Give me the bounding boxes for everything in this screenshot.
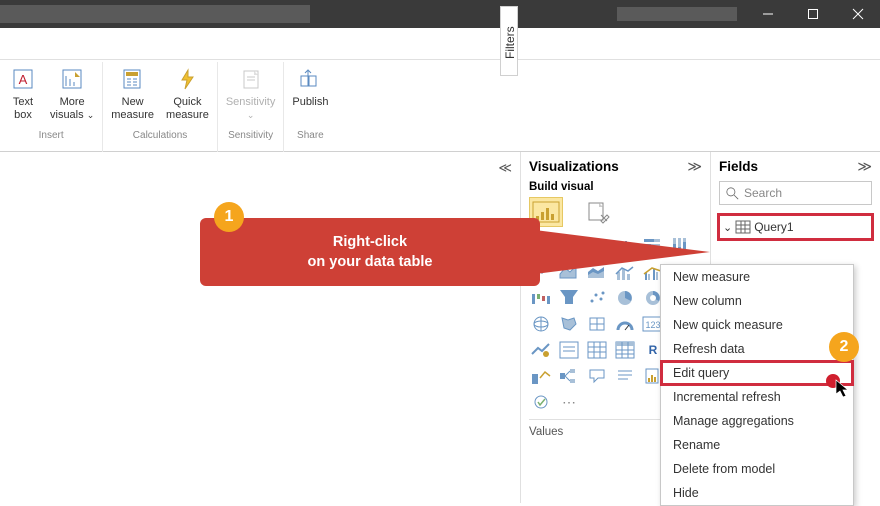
filters-label: Filters <box>503 11 517 75</box>
fields-search-input[interactable]: Search <box>719 181 872 205</box>
waterfall-icon[interactable] <box>529 287 553 309</box>
table-icon[interactable] <box>585 339 609 361</box>
goals-icon[interactable] <box>529 391 553 413</box>
ctx-new-measure[interactable]: New measure <box>661 265 853 289</box>
collapse-chevrons-icon[interactable]: ≪ <box>498 160 512 176</box>
fields-collapse-button[interactable]: ≫ <box>857 158 872 175</box>
quick-measure-button[interactable]: Quick measure <box>160 62 215 130</box>
ctx-new-column[interactable]: New column <box>661 289 853 313</box>
pie-icon[interactable] <box>613 287 637 309</box>
ctx-delete-from-model[interactable]: Delete from model <box>661 457 853 481</box>
ribbon-group-insert: A Text box Morevisuals ⌄ Insert <box>0 62 103 152</box>
visualizations-collapse-button[interactable]: ≫ <box>687 158 702 175</box>
gauge-icon[interactable] <box>613 313 637 335</box>
matrix-icon[interactable] <box>613 339 637 361</box>
ribbon-group-sensitivity: Sensitivity⌄ Sensitivity <box>218 62 285 152</box>
slicer-icon[interactable] <box>557 339 581 361</box>
textbox-label: Text box <box>13 96 33 122</box>
callout-line2: on your data table <box>308 254 433 270</box>
ctx-hide[interactable]: Hide <box>661 481 853 505</box>
maximize-button[interactable] <box>790 0 835 28</box>
maximize-icon <box>808 9 818 19</box>
account-redacted <box>617 7 737 21</box>
publish-icon <box>295 64 325 94</box>
new-measure-label: New measure <box>111 96 154 122</box>
field-table-label: Query1 <box>754 220 793 234</box>
fields-title: Fields <box>719 159 758 174</box>
sensitivity-button: Sensitivity⌄ <box>220 62 282 130</box>
close-button[interactable] <box>835 0 880 28</box>
close-icon <box>853 9 863 19</box>
more-visuals-button[interactable]: Morevisuals ⌄ <box>44 62 100 130</box>
ribbon: A Text box Morevisuals ⌄ Insert New meas… <box>0 60 880 152</box>
share-group-label: Share <box>297 130 324 141</box>
kpi-icon[interactable] <box>529 339 553 361</box>
map-icon[interactable] <box>529 313 553 335</box>
new-measure-icon <box>118 64 148 94</box>
svg-text:A: A <box>19 72 28 87</box>
textbox-icon: A <box>8 64 38 94</box>
quick-measure-icon <box>172 64 202 94</box>
more-visuals-label: Morevisuals ⌄ <box>50 96 94 122</box>
filled-map-icon[interactable] <box>557 313 581 335</box>
field-table-query1[interactable]: ⌄ Query1 <box>719 215 872 239</box>
key-influencers-icon[interactable] <box>529 365 553 387</box>
smart-narrative-icon[interactable] <box>613 365 637 387</box>
new-measure-button[interactable]: New measure <box>105 62 160 130</box>
quick-measure-label: Quick measure <box>166 96 209 122</box>
ctx-refresh-data[interactable]: Refresh data <box>661 337 853 361</box>
context-menu: New measure New column New quick measure… <box>660 264 854 506</box>
publish-label: Publish <box>292 96 328 109</box>
ribbon-group-calculations: New measure Quick measure Calculations <box>103 62 218 152</box>
table-icon <box>736 221 750 233</box>
publish-button[interactable]: Publish <box>286 62 334 130</box>
callout-badge-2: 2 <box>829 332 859 362</box>
callout-tooltip: Right-click on your data table <box>200 218 540 286</box>
visualizations-title: Visualizations <box>529 159 619 174</box>
insert-group-label: Insert <box>39 130 64 141</box>
shape-map-icon[interactable] <box>585 313 609 335</box>
chevron-down-icon: ⌄ <box>723 221 732 234</box>
callout-badge-1: 1 <box>214 202 244 232</box>
ribbon-group-share: Publish Share <box>284 62 336 152</box>
svg-text:123: 123 <box>645 320 660 330</box>
decomposition-icon[interactable] <box>557 365 581 387</box>
sensitivity-label: Sensitivity⌄ <box>226 96 276 122</box>
more-visuals-icon <box>57 64 87 94</box>
title-redacted <box>0 5 310 23</box>
format-visual-tab[interactable] <box>581 197 615 227</box>
callout-line1: Right-click <box>333 234 407 250</box>
sensitivity-group-label: Sensitivity <box>228 130 273 141</box>
values-label: Values <box>529 426 563 440</box>
funnel-icon[interactable] <box>557 287 581 309</box>
ctx-incremental-refresh[interactable]: Incremental refresh <box>661 385 853 409</box>
ctx-edit-query[interactable]: Edit query <box>661 361 853 385</box>
report-canvas[interactable]: ≪ <box>0 152 520 503</box>
filters-tab[interactable]: Filters <box>500 6 518 76</box>
more-visuals-icon[interactable]: ⋯ <box>557 391 581 413</box>
scatter-icon[interactable] <box>585 287 609 309</box>
calculations-group-label: Calculations <box>133 130 187 141</box>
cursor-icon <box>836 380 852 398</box>
search-icon <box>726 187 739 200</box>
qa-icon[interactable] <box>585 365 609 387</box>
ctx-new-quick-measure[interactable]: New quick measure <box>661 313 853 337</box>
window-titlebar <box>0 0 880 28</box>
search-placeholder: Search <box>744 186 782 200</box>
minimize-icon <box>763 9 773 19</box>
ribbon-tab-strip <box>0 28 880 60</box>
textbox-button[interactable]: A Text box <box>2 62 44 130</box>
ctx-rename[interactable]: Rename <box>661 433 853 457</box>
format-icon <box>587 201 609 223</box>
ctx-manage-aggregations[interactable]: Manage aggregations <box>661 409 853 433</box>
minimize-button[interactable] <box>745 0 790 28</box>
build-visual-label: Build visual <box>529 181 702 193</box>
sensitivity-icon <box>236 64 266 94</box>
